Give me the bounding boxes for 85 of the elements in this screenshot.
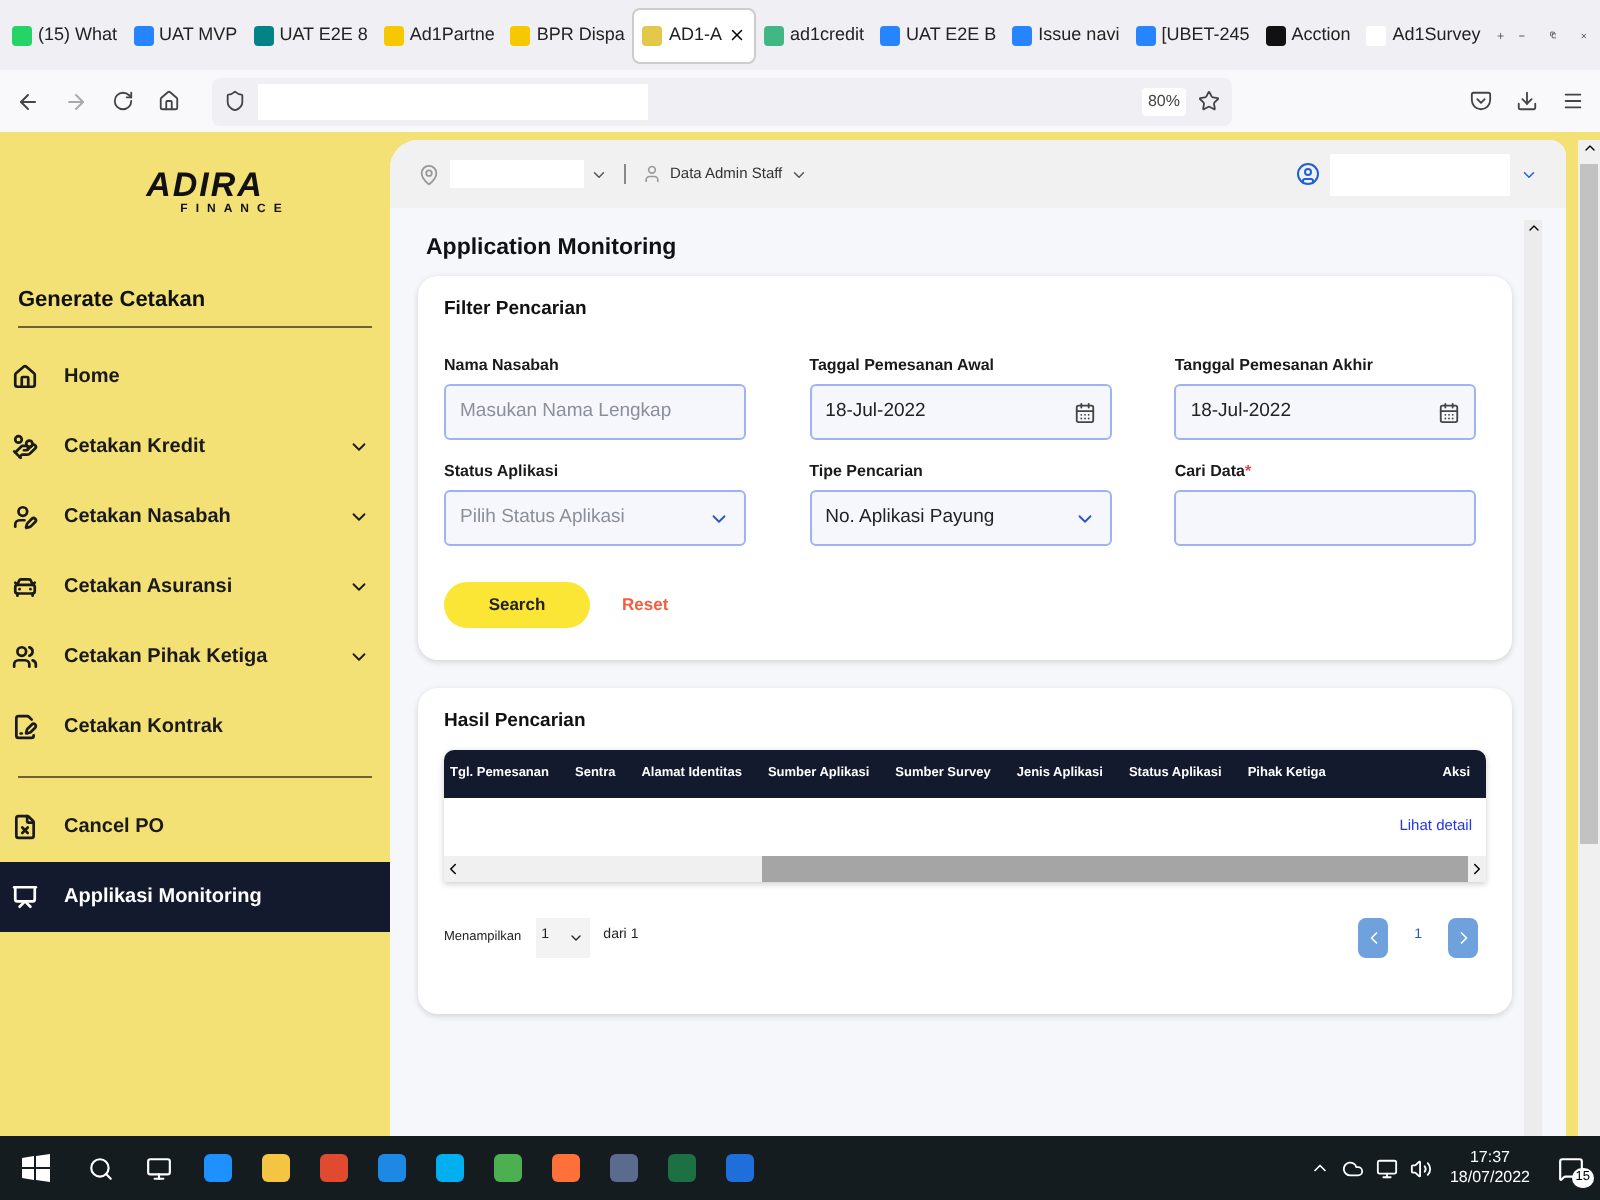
- browser-tab[interactable]: UAT E2E B: [871, 7, 1005, 63]
- card-title: Hasil Pencarian: [444, 708, 588, 737]
- address-bar[interactable]: 80%: [212, 77, 1232, 125]
- sidebar-item[interactable]: Cancel PO: [0, 791, 390, 861]
- user-icon: [642, 164, 662, 184]
- tab-icon: [1265, 25, 1286, 45]
- field-label: Status Aplikasi: [444, 460, 561, 481]
- account-icon[interactable]: [1296, 162, 1320, 186]
- tab-icon: [12, 25, 32, 45]
- browser-tab[interactable]: [UBET-245: [1127, 7, 1258, 63]
- card-title: Filter Pencarian: [444, 296, 589, 324]
- app-icon[interactable]: [259, 1152, 291, 1184]
- date-field[interactable]: 18-Jul-2022: [1174, 384, 1477, 441]
- shield-icon: [224, 90, 246, 112]
- calendar-icon: [1073, 401, 1096, 424]
- app-icon[interactable]: [491, 1152, 523, 1184]
- field-label: Tanggal Pemesanan Akhir: [1174, 354, 1375, 375]
- date-field[interactable]: 18-Jul-2022: [809, 384, 1112, 441]
- browser-tab[interactable]: UAT MVP: [125, 7, 246, 63]
- browser-tab[interactable]: Ad1Partne: [375, 7, 503, 63]
- close-icon[interactable]: [727, 26, 746, 44]
- clock-date[interactable]: 18/07/2022: [1449, 1168, 1530, 1188]
- search-icon[interactable]: [88, 1155, 114, 1181]
- sidebar-item[interactable]: Home: [0, 341, 390, 411]
- tab-icon: [1135, 25, 1156, 45]
- section-title: Generate Cetakan: [18, 286, 208, 316]
- sidebar-item[interactable]: Cetakan Nasabah: [0, 481, 390, 551]
- horizontal-scrollbar[interactable]: [444, 855, 1486, 881]
- volume-icon[interactable]: [1409, 1157, 1432, 1179]
- input-field[interactable]: [1174, 490, 1477, 547]
- field-label: Taggal Pemesanan Awal: [809, 354, 996, 375]
- sidebar-item[interactable]: Cetakan Pihak Ketiga: [0, 621, 390, 691]
- bookmark-icon[interactable]: [1198, 90, 1220, 112]
- scroll-up-icon[interactable]: [1525, 220, 1541, 236]
- location-icon: [418, 163, 440, 185]
- browser-tab[interactable]: UAT E2E 8: [245, 7, 376, 63]
- browser-tab[interactable]: AD1-A: [632, 7, 756, 63]
- app-icon[interactable]: [201, 1152, 233, 1184]
- app-icon[interactable]: [375, 1152, 407, 1184]
- tab-icon: [642, 25, 663, 45]
- previous-page-button[interactable]: [1358, 917, 1389, 957]
- pocket-icon[interactable]: [1470, 90, 1492, 112]
- select-field[interactable]: No. Aplikasi Payung: [809, 490, 1112, 547]
- app-icon[interactable]: [433, 1152, 465, 1184]
- browser-tab[interactable]: Ad1Survey: [1358, 7, 1489, 63]
- scroll-up-icon[interactable]: [1581, 140, 1597, 156]
- tab-icon: [763, 25, 784, 45]
- field-label: Nama Nasabah: [444, 354, 561, 375]
- scroll-right-icon[interactable]: [1468, 859, 1486, 877]
- cloud-icon[interactable]: [1341, 1157, 1364, 1179]
- back-icon[interactable]: [16, 89, 40, 113]
- page-scrollbar[interactable]: [1578, 140, 1600, 1136]
- next-page-button[interactable]: [1448, 917, 1478, 957]
- sidebar-item[interactable]: Applikasi Monitoring: [0, 861, 390, 931]
- sidebar-item[interactable]: Cetakan Asuransi: [0, 551, 390, 621]
- browser-tab[interactable]: Issue navi: [1004, 7, 1128, 63]
- app-icon[interactable]: [549, 1152, 581, 1184]
- tab-icon: [253, 25, 274, 45]
- tab-icon: [383, 25, 404, 45]
- download-icon[interactable]: [1516, 90, 1538, 112]
- browser-tab[interactable]: (15) What: [4, 7, 126, 63]
- browser-tab[interactable]: BPR Dispa: [502, 7, 633, 63]
- task-view-icon[interactable]: [146, 1155, 172, 1181]
- tab-icon: [1012, 25, 1033, 45]
- reload-icon[interactable]: [112, 90, 134, 112]
- tab-icon: [133, 25, 154, 45]
- zoom-level[interactable]: 80%: [1141, 87, 1186, 115]
- browser-tab[interactable]: ad1credit: [755, 7, 872, 63]
- network-icon[interactable]: [1375, 1157, 1398, 1179]
- vertical-scrollbar[interactable]: [1524, 220, 1542, 1136]
- browser-tab[interactable]: Acction: [1257, 7, 1359, 63]
- scroll-left-icon[interactable]: [444, 859, 462, 877]
- calendar-icon: [1438, 401, 1461, 424]
- home-icon[interactable]: [158, 90, 180, 112]
- tab-icon: [510, 25, 531, 45]
- field-label: Tipe Pencarian: [809, 460, 925, 481]
- windows-icon[interactable]: [22, 1154, 50, 1182]
- sidebar-item[interactable]: Cetakan Kredit: [0, 411, 390, 481]
- page-title: Application Monitoring: [426, 234, 679, 264]
- search-button[interactable]: Search: [444, 582, 590, 629]
- field-label: Cari Data*: [1174, 460, 1254, 481]
- restore-icon[interactable]: [1549, 26, 1557, 44]
- tab-icon: [879, 25, 900, 45]
- clock-time[interactable]: 17:37: [1469, 1148, 1510, 1168]
- sidebar-item[interactable]: Cetakan Kontrak: [0, 691, 390, 761]
